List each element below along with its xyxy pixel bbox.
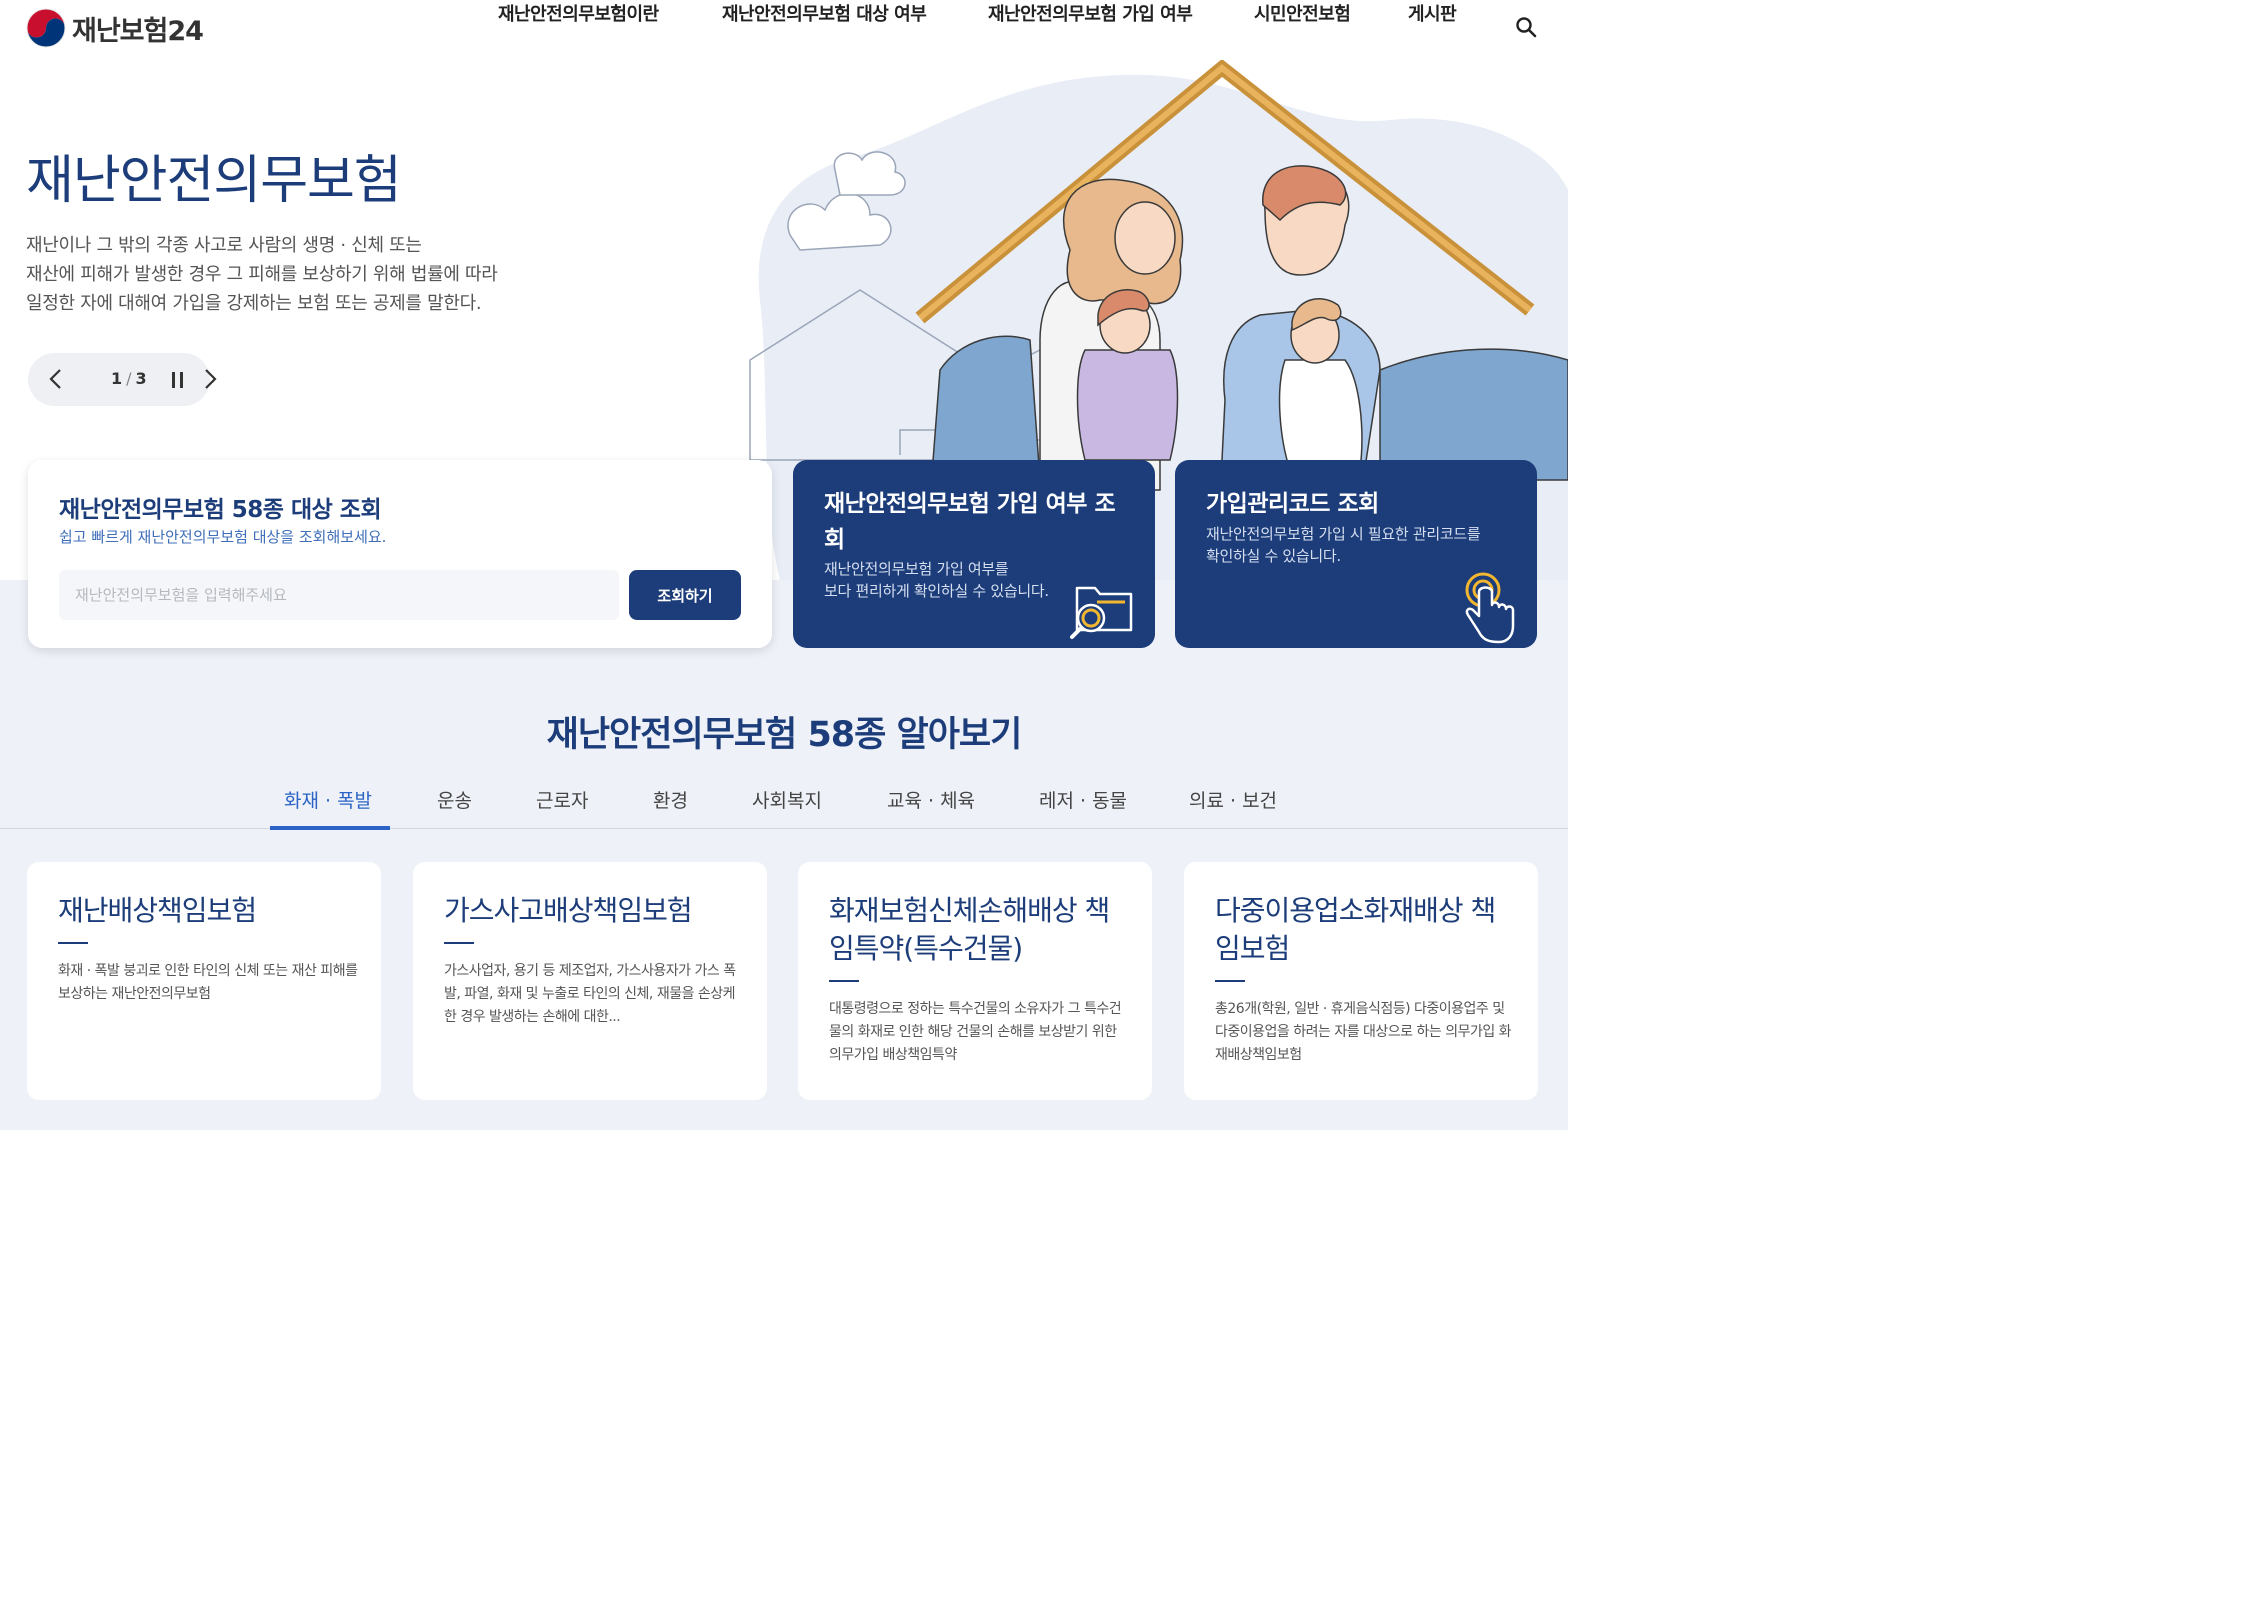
hero-title: 재난안전의무보험 bbox=[26, 151, 402, 211]
taegeuk-logo-icon bbox=[26, 8, 66, 48]
touch-hand-icon bbox=[1465, 572, 1515, 644]
management-code-card[interactable]: 가입관리코드 조회 재난안전의무보험 가입 시 필요한 관리코드를 확인하실 수… bbox=[1175, 460, 1537, 648]
nav-about[interactable]: 재난안전의무보험이란 bbox=[498, 0, 659, 26]
site-header: 재난보험24 재난안전의무보험이란 재난안전의무보험 대상 여부 재난안전의무보… bbox=[0, 0, 1568, 58]
management-code-title: 가입관리코드 조회 bbox=[1206, 491, 1379, 517]
slide-counter: 1/3 bbox=[111, 369, 147, 388]
target-search-title: 재난안전의무보험 58종 대상 조회 bbox=[59, 497, 382, 523]
join-check-desc-line: 보다 편리하게 확인하실 수 있습니다. bbox=[824, 582, 1049, 600]
hero-desc-line: 재난이나 그 밖의 각종 사고로 사람의 생명 · 신체 또는 bbox=[26, 235, 422, 256]
active-tab-indicator bbox=[270, 826, 390, 830]
insurance-card[interactable]: 화재보험신체손해배상 책임특약(특수건물) 대통령령으로 정하는 특수건물의 소… bbox=[798, 862, 1152, 1100]
hero-desc-line: 재산에 피해가 발생한 경우 그 피해를 보상하기 위해 법률에 따라 bbox=[26, 264, 498, 285]
insurance-card[interactable]: 가스사고배상책임보험 가스사업자, 용기 등 제조업자, 가스사용자가 가스 폭… bbox=[413, 862, 767, 1100]
title-divider bbox=[1215, 980, 1245, 982]
insurance-search-input[interactable] bbox=[59, 570, 619, 620]
management-code-desc-line: 확인하실 수 있습니다. bbox=[1206, 547, 1341, 565]
nav-board[interactable]: 게시판 bbox=[1408, 0, 1457, 26]
hero-description: 재난이나 그 밖의 각종 사고로 사람의 생명 · 신체 또는 재산에 피해가 … bbox=[26, 231, 586, 318]
insurance-card-title: 다중이용업소화재배상 책임보험 bbox=[1215, 894, 1496, 965]
nav-target-check[interactable]: 재난안전의무보험 대상 여부 bbox=[722, 0, 927, 26]
target-search-card: 재난안전의무보험 58종 대상 조회 쉽고 빠르게 재난안전의무보험 대상을 조… bbox=[28, 460, 772, 648]
join-check-desc-line: 재난안전의무보험 가입 여부를 bbox=[824, 560, 1009, 578]
insurance-card-title: 재난배상책임보험 bbox=[58, 894, 257, 927]
insurance-card-desc: 총26개(학원, 일반 · 휴게음식점등) 다중이용업주 및 다중이용업을 하려… bbox=[1215, 1001, 1512, 1063]
insurance-card-desc: 화재 · 폭발 붕괴로 인한 타인의 신체 또는 재산 피해를 보상하는 재난안… bbox=[58, 963, 358, 1002]
target-search-subtitle: 쉽고 빠르게 재난안전의무보험 대상을 조회해보세요. bbox=[59, 528, 387, 546]
section-title: 재난안전의무보험 58종 알아보기 bbox=[546, 715, 1023, 755]
slide-current: 1 bbox=[111, 369, 123, 388]
nav-join-check[interactable]: 재난안전의무보험 가입 여부 bbox=[988, 0, 1193, 26]
slide-separator: / bbox=[126, 369, 132, 388]
management-code-desc-line: 재난안전의무보험 가입 시 필요한 관리코드를 bbox=[1206, 525, 1481, 543]
insurance-card-title: 가스사고배상책임보험 bbox=[444, 894, 693, 927]
slide-total: 3 bbox=[135, 369, 147, 388]
search-icon[interactable] bbox=[1514, 15, 1538, 39]
insurance-card[interactable]: 재난배상책임보험 화재 · 폭발 붕괴로 인한 타인의 신체 또는 재산 피해를… bbox=[27, 862, 381, 1100]
logo-text: 재난보험24 bbox=[72, 15, 204, 47]
tabs-divider bbox=[0, 828, 1568, 829]
tab-social-welfare[interactable]: 사회복지 bbox=[752, 786, 822, 813]
hero-slider-controls: 1/3 bbox=[28, 353, 217, 406]
tab-fire-explosion[interactable]: 화재 · 폭발 bbox=[284, 786, 372, 813]
folder-search-icon bbox=[1070, 586, 1133, 639]
title-divider bbox=[444, 942, 474, 944]
search-submit-button[interactable]: 조회하기 bbox=[629, 570, 741, 620]
insurance-card-title: 화재보험신체손해배상 책임특약(특수건물) bbox=[829, 894, 1110, 965]
tab-education-sports[interactable]: 교육 · 체육 bbox=[887, 786, 975, 813]
join-check-title: 재난안전의무보험 가입 여부 조회 bbox=[824, 491, 1116, 553]
join-check-card[interactable]: 재난안전의무보험 가입 여부 조회 재난안전의무보험 가입 여부를 보다 편리하… bbox=[793, 460, 1155, 648]
tab-environment[interactable]: 환경 bbox=[653, 786, 688, 813]
site-logo[interactable]: 재난보험24 bbox=[26, 8, 204, 48]
tab-transport[interactable]: 운송 bbox=[437, 786, 472, 813]
pause-icon[interactable] bbox=[170, 370, 186, 390]
insurance-card-desc: 가스사업자, 용기 등 제조업자, 가스사용자가 가스 폭발, 파열, 화재 및… bbox=[444, 963, 736, 1025]
tab-leisure-animals[interactable]: 레저 · 동물 bbox=[1039, 786, 1127, 813]
chevron-left-icon[interactable] bbox=[46, 367, 66, 391]
title-divider bbox=[58, 942, 88, 944]
nav-citizen-insurance[interactable]: 시민안전보험 bbox=[1254, 0, 1351, 26]
tab-medical-health[interactable]: 의료 · 보건 bbox=[1189, 786, 1277, 813]
hero-desc-line: 일정한 자에 대해여 가입을 강제하는 보험 또는 공제를 말한다. bbox=[26, 293, 482, 314]
chevron-right-icon[interactable] bbox=[200, 367, 220, 391]
tab-workers[interactable]: 근로자 bbox=[536, 786, 588, 813]
title-divider bbox=[829, 980, 859, 982]
insurance-card[interactable]: 다중이용업소화재배상 책임보험 총26개(학원, 일반 · 휴게음식점등) 다중… bbox=[1184, 862, 1538, 1100]
insurance-card-desc: 대통령령으로 정하는 특수건물의 소유자가 그 특수건물의 화재로 인한 해당 … bbox=[829, 1001, 1122, 1063]
